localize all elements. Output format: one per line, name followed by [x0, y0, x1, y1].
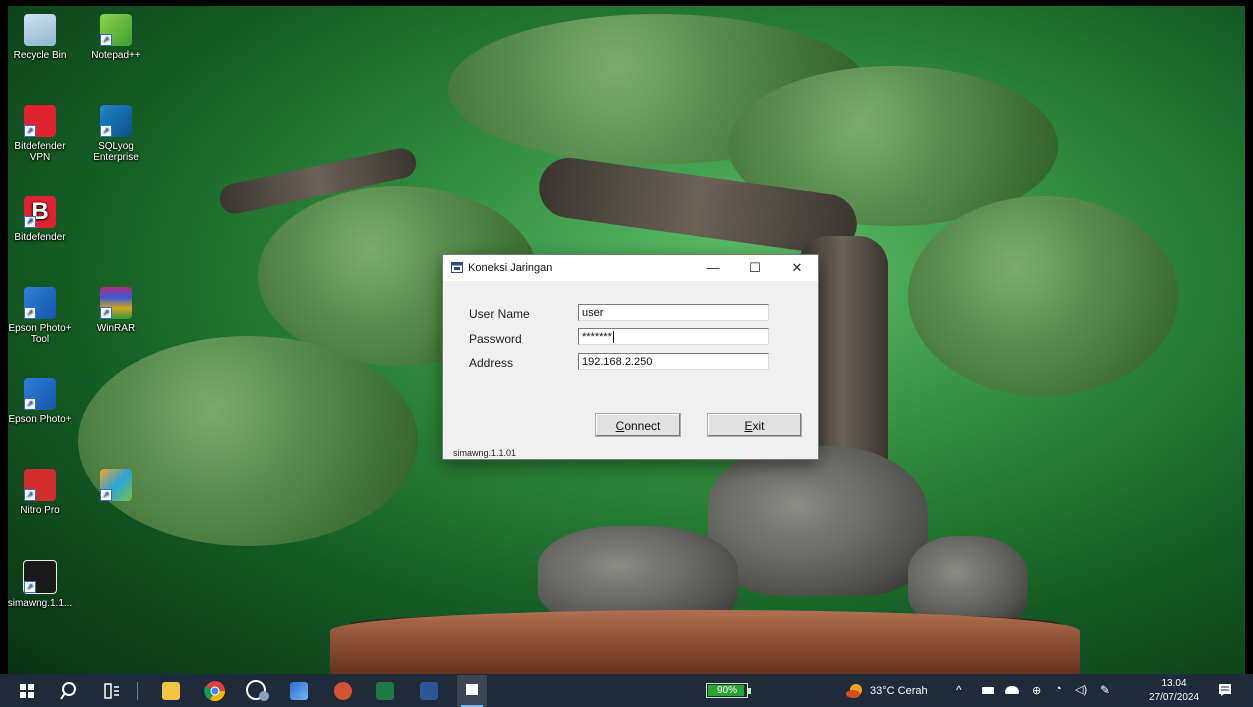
- photos-icon[interactable]: [290, 682, 308, 700]
- minimize-button[interactable]: —: [693, 255, 733, 281]
- epson-photo-tool-icon: ↗: [24, 287, 56, 319]
- volume-icon[interactable]: ◁): [1075, 683, 1087, 696]
- taskbar: [0, 674, 1253, 707]
- desktop-icon-simawng[interactable]: ↗ simawng.1.1...: [4, 560, 76, 609]
- desktop-icon-bitdefender-vpn[interactable]: ↗ Bitdefender VPN: [4, 105, 76, 163]
- pen-icon[interactable]: ✎: [1100, 683, 1110, 697]
- close-button[interactable]: ✕: [777, 255, 817, 281]
- weather-text[interactable]: 33°C Cerah: [870, 685, 928, 697]
- exit-button[interactable]: Exit: [707, 413, 802, 437]
- file-explorer-icon[interactable]: [162, 682, 180, 700]
- desktop-icon-label: Bitdefender: [14, 232, 66, 243]
- desktop-icon-label: WinRAR: [96, 323, 136, 334]
- username-field[interactable]: user: [578, 304, 769, 321]
- dialog-titlebar[interactable]: Koneksi Jaringan — ☐ ✕: [443, 255, 818, 281]
- desktop-icon-epson-photo[interactable]: ↗ Epson Photo+: [4, 378, 76, 425]
- excel-icon[interactable]: [376, 682, 394, 700]
- bitdefender-vpn-icon: ↗: [24, 105, 56, 137]
- desktop-icon-winrar[interactable]: ↗ WinRAR: [80, 287, 152, 334]
- device-icon[interactable]: ⊕: [1032, 684, 1041, 697]
- desktop-icon-epson-photo-tool[interactable]: ↗ Epson Photo+ Tool: [4, 287, 76, 345]
- shortcut-arrow-icon: ↗: [100, 34, 112, 46]
- wallpaper-rocks: [908, 536, 1028, 626]
- cloud-icon[interactable]: [1005, 686, 1019, 694]
- winrar-icon: ↗: [100, 287, 132, 319]
- address-label: Address: [469, 356, 514, 370]
- weather-sun-icon[interactable]: [845, 681, 865, 701]
- version-label: simawng.1.1.01: [453, 448, 517, 458]
- app-shortcut-icon: ↗: [100, 469, 132, 501]
- task-view-icon[interactable]: [104, 683, 120, 699]
- address-field[interactable]: 192.168.2.250: [578, 353, 769, 370]
- shortcut-arrow-icon: ↗: [24, 125, 36, 137]
- battery-percent: 90%: [716, 685, 737, 696]
- desktop-icon-label: simawng.1.1...: [7, 598, 73, 609]
- connection-dialog: Koneksi Jaringan — ☐ ✕ User Name user Pa…: [442, 254, 819, 460]
- notepad-icon: ↗: [100, 14, 132, 46]
- maximize-button[interactable]: ☐: [735, 255, 775, 281]
- nitro-pro-icon: ↗: [24, 469, 56, 501]
- chrome-icon[interactable]: [204, 680, 226, 702]
- password-field[interactable]: *******: [578, 328, 769, 345]
- wallpaper-foliage: [908, 196, 1178, 396]
- chevron-up-icon[interactable]: ^: [956, 683, 962, 697]
- taskbar-active-app[interactable]: [457, 675, 487, 707]
- username-label: User Name: [469, 307, 530, 321]
- shortcut-arrow-icon: ↗: [24, 398, 36, 410]
- desktop-icon-nitro-pro[interactable]: ↗ Nitro Pro: [4, 469, 76, 516]
- exit-label: xit: [752, 419, 765, 433]
- whatsapp-icon[interactable]: [246, 680, 270, 702]
- connect-label: onnect: [624, 419, 661, 433]
- desktop-icon-label: SQLyog Enterprise: [93, 141, 139, 163]
- wallpaper-pot: [330, 610, 1080, 680]
- shortcut-arrow-icon: ↗: [24, 307, 36, 319]
- desktop-icon-notepad[interactable]: ↗ Notepad++: [80, 14, 152, 61]
- search-icon[interactable]: [60, 681, 80, 701]
- desktop-icon-label: Notepad++: [91, 50, 141, 61]
- shortcut-arrow-icon: ↗: [24, 489, 36, 501]
- desktop-icon-sqlyog[interactable]: ↗ SQLyog Enterprise: [80, 105, 152, 163]
- taskbar-divider: [137, 682, 138, 700]
- battery-nub: [748, 688, 751, 694]
- windows-start-icon[interactable]: [20, 684, 34, 698]
- notification-icon[interactable]: [1218, 683, 1232, 697]
- desktop-icon-label: Epson Photo+: [8, 414, 72, 425]
- sqlyog-icon: ↗: [100, 105, 132, 137]
- wallpaper-foliage: [78, 336, 418, 546]
- powerpoint-icon[interactable]: [333, 681, 353, 701]
- shortcut-arrow-icon: ↗: [24, 581, 36, 593]
- exit-hotkey: E: [744, 419, 753, 433]
- epson-photo-icon: ↗: [24, 378, 56, 410]
- recycle-bin-icon: [24, 14, 56, 46]
- simawng-icon: ↗: [23, 560, 57, 594]
- meet-now-icon[interactable]: [982, 687, 994, 694]
- desktop-icon-label: Bitdefender VPN: [14, 141, 66, 163]
- simawng-taskbar-icon: [466, 684, 478, 695]
- desktop-icon-label: Recycle Bin: [13, 50, 67, 61]
- desktop-icon-app-shortcut[interactable]: ↗: [80, 469, 152, 505]
- desktop-icon-recycle-bin[interactable]: Recycle Bin: [4, 14, 76, 61]
- screen-border-right: [1245, 0, 1253, 707]
- shortcut-arrow-icon: ↗: [100, 125, 112, 137]
- text-caret: [612, 331, 614, 344]
- shortcut-arrow-icon: ↗: [100, 307, 112, 319]
- connect-button[interactable]: Connect: [595, 413, 681, 437]
- desktop-icon-label: Nitro Pro: [20, 505, 60, 516]
- desktop-icon-label: Epson Photo+ Tool: [8, 323, 72, 345]
- connect-hotkey: C: [615, 419, 625, 433]
- shortcut-arrow-icon: ↗: [100, 489, 112, 501]
- wallpaper-rocks: [708, 446, 928, 596]
- desktop-icon-bitdefender[interactable]: B ↗ Bitdefender: [4, 196, 76, 243]
- password-label: Password: [469, 332, 522, 346]
- dialog-title: Koneksi Jaringan: [468, 262, 553, 274]
- bitdefender-icon: B ↗: [24, 196, 56, 228]
- shortcut-arrow-icon: ↗: [24, 216, 36, 228]
- password-value: *******: [582, 331, 612, 343]
- app-window-icon: [451, 262, 463, 273]
- battery-indicator[interactable]: 90%: [706, 683, 751, 698]
- clock-time[interactable]: 13.04: [1148, 678, 1200, 689]
- wifi-icon[interactable]: ◔: [1055, 683, 1062, 695]
- word-icon[interactable]: [420, 682, 438, 700]
- clock-date[interactable]: 27/07/2024: [1145, 692, 1203, 703]
